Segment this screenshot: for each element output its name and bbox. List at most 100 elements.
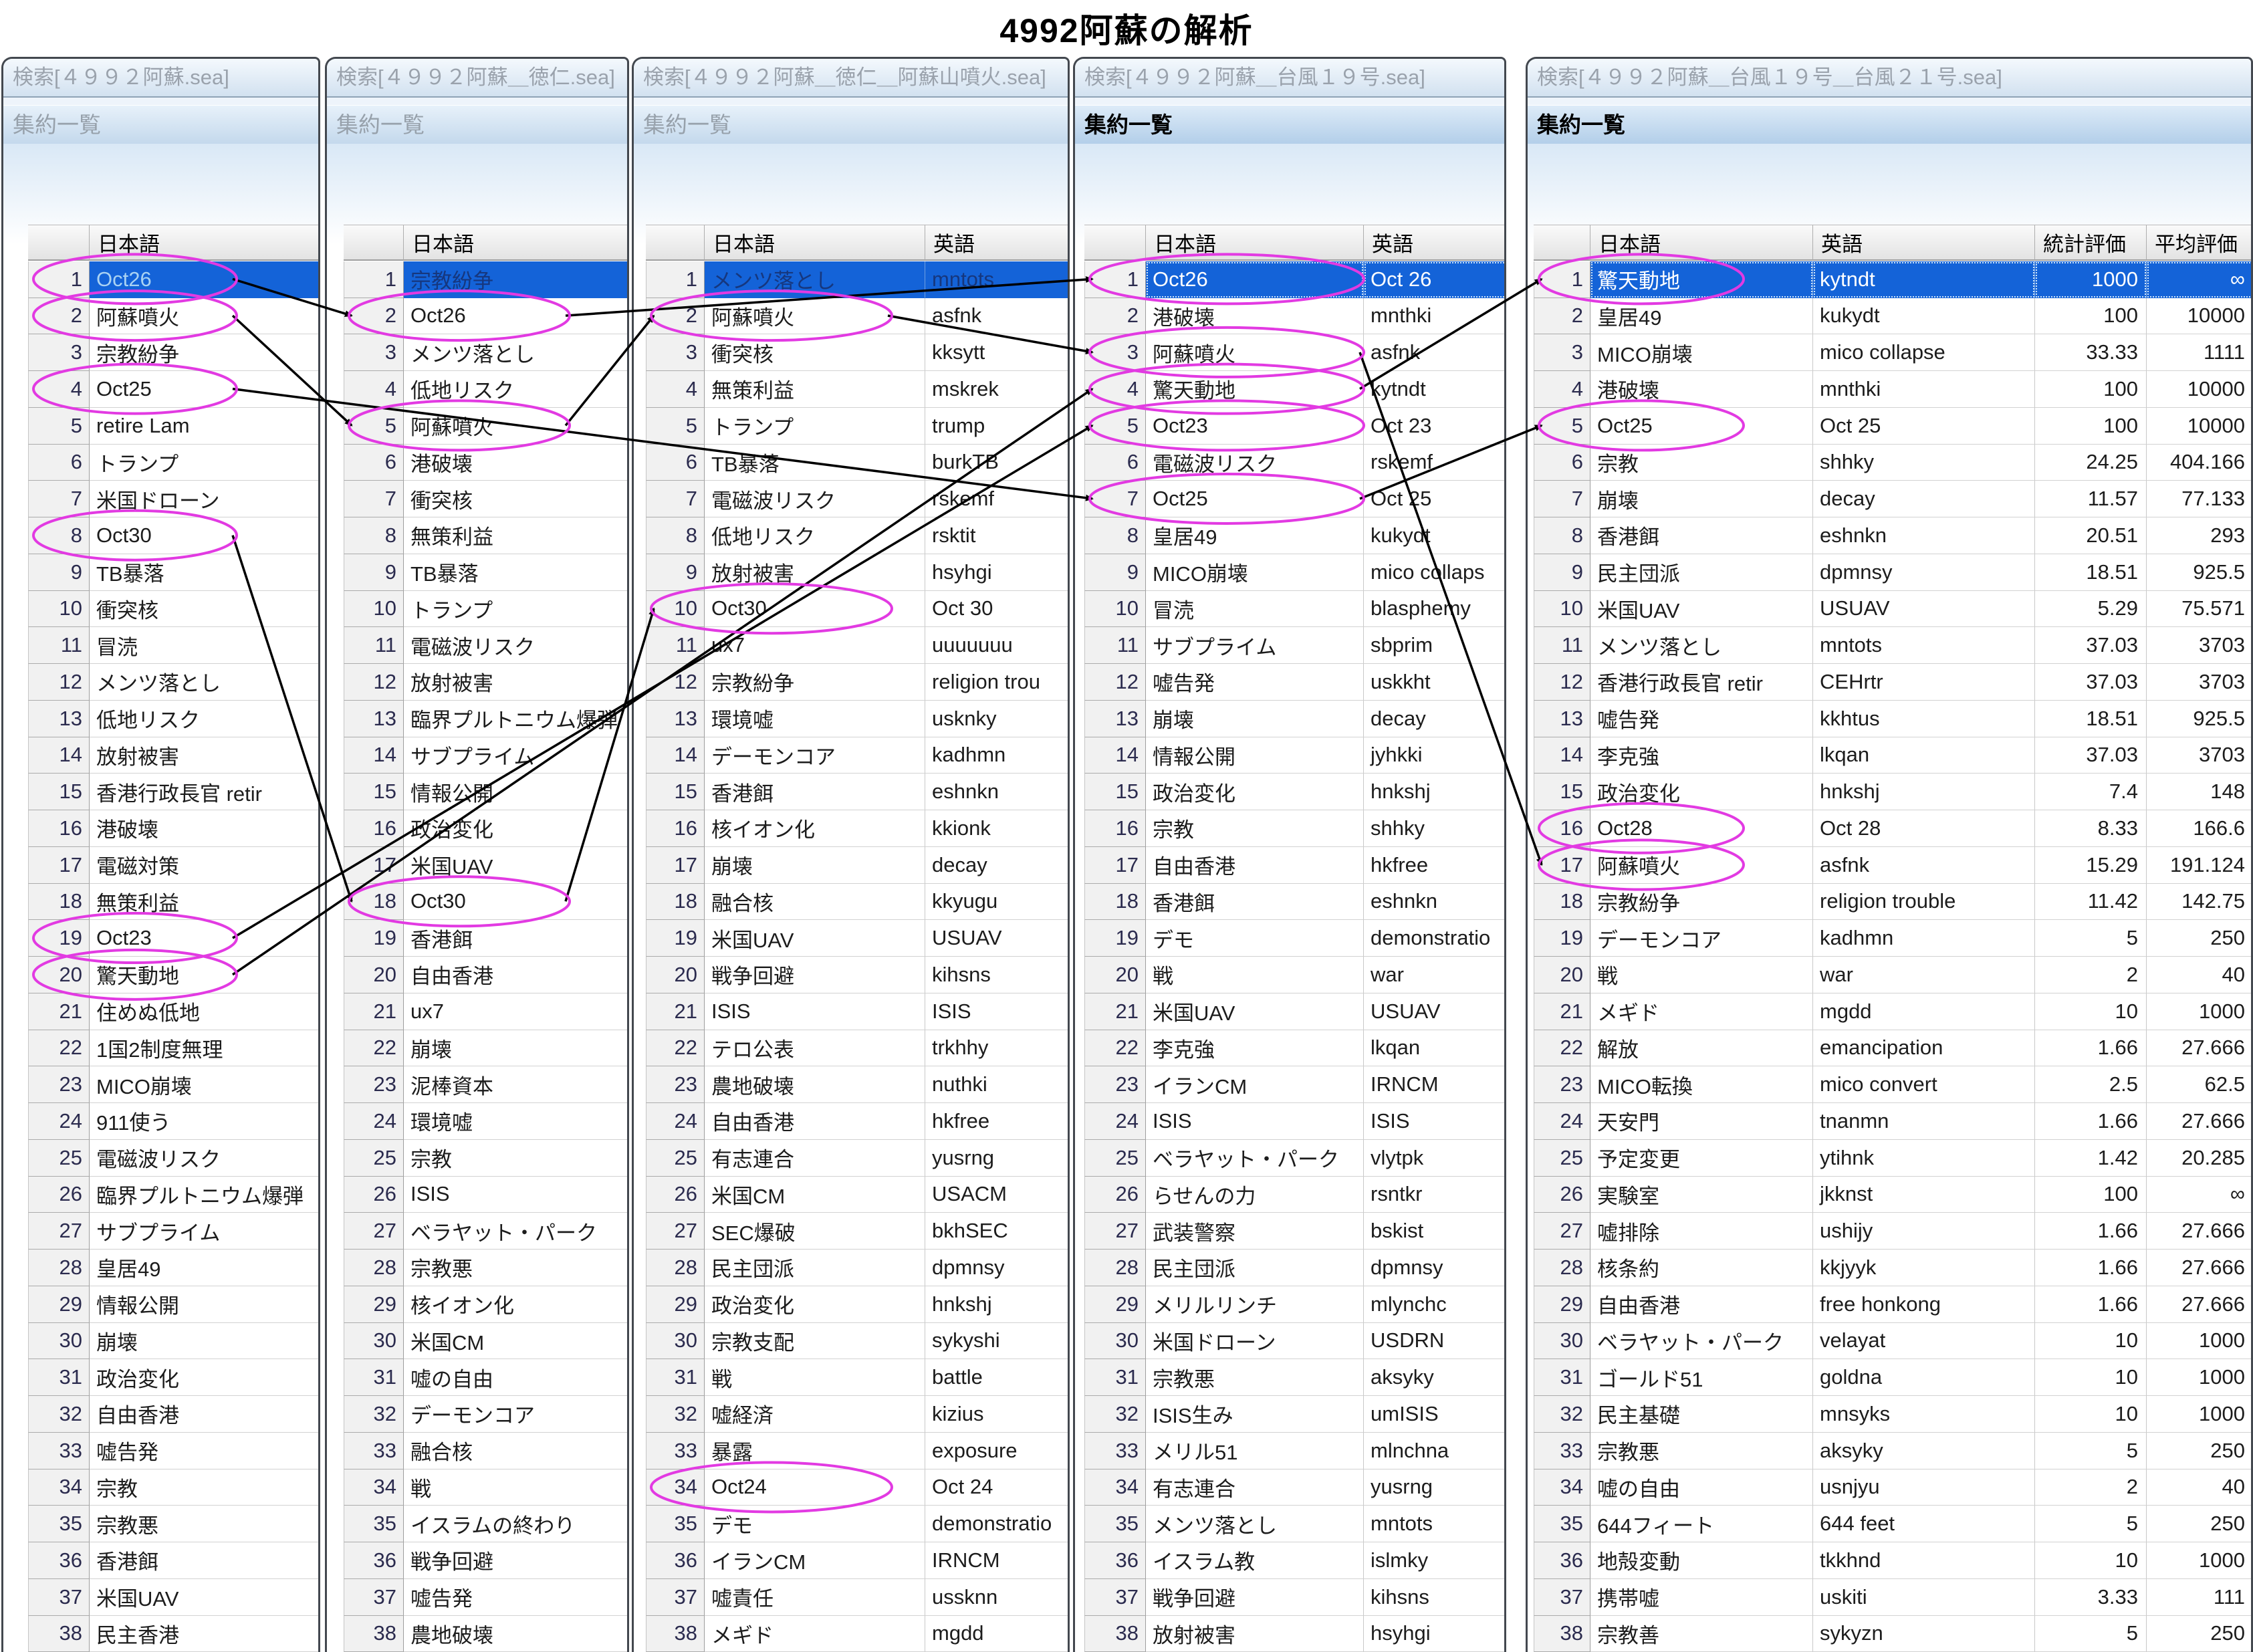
cell-ja[interactable]: 解放 — [1590, 1030, 1813, 1067]
cell-avg[interactable]: 1000 — [2147, 1359, 2253, 1396]
cell-stat[interactable]: 100 — [2035, 371, 2147, 408]
cell-stat[interactable]: 10 — [2035, 993, 2147, 1030]
cell-en[interactable]: demonstratio — [925, 1506, 1070, 1542]
cell-ja[interactable]: 電磁波リスク — [90, 1140, 320, 1177]
cell-ja[interactable]: 農地破壊 — [705, 1066, 925, 1103]
cell-en[interactable]: eshnkn — [1364, 884, 1506, 921]
cell-avg[interactable]: 250 — [2147, 1433, 2253, 1469]
cell-en[interactable]: USDRN — [1364, 1323, 1506, 1360]
cell-en[interactable]: kytndt — [1813, 261, 2035, 298]
cell-avg[interactable]: 191.124 — [2147, 847, 2253, 884]
cell-en[interactable]: hnkshj — [1813, 774, 2035, 810]
cell-ja[interactable]: 米国UAV — [705, 920, 925, 957]
cell-en[interactable]: Oct 24 — [925, 1469, 1070, 1506]
cell-ja[interactable]: MICO崩壊 — [1590, 334, 1813, 371]
cell-stat[interactable]: 1000 — [2035, 261, 2147, 298]
cell-stat[interactable]: 5 — [2035, 1616, 2147, 1652]
cell-en[interactable]: hkfree — [1364, 847, 1506, 884]
column-header[interactable]: 日本語 — [90, 225, 320, 261]
cell-en[interactable]: mntots — [925, 261, 1070, 298]
cell-avg[interactable]: 1000 — [2147, 993, 2253, 1030]
tab-aggregate-list[interactable]: 集約一覧 — [634, 105, 1068, 145]
cell-ja[interactable]: ベラヤット・パーク — [404, 1213, 629, 1250]
cell-ja[interactable]: 皇居49 — [1590, 298, 1813, 335]
cell-avg[interactable]: 27.666 — [2147, 1103, 2253, 1140]
cell-ja[interactable]: 嘘の自由 — [1590, 1469, 1813, 1506]
cell-ja[interactable]: 崩壊 — [1146, 701, 1364, 737]
cell-ja[interactable]: 米国UAV — [90, 1579, 320, 1616]
cell-en[interactable]: ISIS — [1364, 1103, 1506, 1140]
cell-ja[interactable]: 地殻変動 — [1590, 1542, 1813, 1579]
cell-ja[interactable]: デモ — [1146, 920, 1364, 957]
cell-ja[interactable]: MICO転換 — [1590, 1066, 1813, 1103]
cell-en[interactable]: asfnk — [1364, 334, 1506, 371]
cell-ja[interactable]: 嘘告発 — [1590, 701, 1813, 737]
cell-ja[interactable]: Oct30 — [90, 517, 320, 554]
cell-ja[interactable]: 融合核 — [404, 1433, 629, 1469]
cell-ja[interactable]: 戦争回避 — [705, 957, 925, 993]
cell-en[interactable]: emancipation — [1813, 1030, 2035, 1067]
cell-ja[interactable]: ux7 — [705, 627, 925, 664]
cell-ja[interactable]: デーモンコア — [404, 1396, 629, 1433]
cell-ja[interactable]: 港破壊 — [1590, 371, 1813, 408]
cell-ja[interactable]: 宗教紛争 — [404, 261, 629, 298]
cell-ja[interactable]: サブプライム — [90, 1213, 320, 1250]
cell-en[interactable]: CEHrtr — [1813, 664, 2035, 701]
cell-ja[interactable]: メンツ落とし — [1590, 627, 1813, 664]
cell-ja[interactable]: Oct23 — [1146, 408, 1364, 445]
cell-ja[interactable]: 港破壊 — [1146, 298, 1364, 335]
cell-ja[interactable]: 農地破壊 — [404, 1616, 629, 1652]
cell-ja[interactable]: 自由香港 — [404, 957, 629, 993]
cell-en[interactable]: mico collapse — [1813, 334, 2035, 371]
cell-en[interactable]: jyhkki — [1364, 737, 1506, 774]
cell-ja[interactable]: 宗教悪 — [1146, 1359, 1364, 1396]
tab-aggregate-list[interactable]: 集約一覧 — [1528, 105, 2251, 145]
cell-ja[interactable]: 戦 — [1590, 957, 1813, 993]
cell-ja[interactable]: 政治変化 — [1590, 774, 1813, 810]
cell-ja[interactable]: テロ公表 — [705, 1030, 925, 1067]
cell-en[interactable]: decay — [925, 847, 1070, 884]
cell-ja[interactable]: 香港餌 — [705, 774, 925, 810]
cell-ja[interactable]: 阿蘇噴火 — [90, 298, 320, 335]
cell-ja[interactable]: MICO崩壊 — [90, 1066, 320, 1103]
column-header[interactable] — [1084, 225, 1146, 261]
cell-en[interactable]: uskkht — [1364, 664, 1506, 701]
cell-ja[interactable]: 米国ドローン — [1146, 1323, 1364, 1360]
cell-ja[interactable]: 米国UAV — [1590, 591, 1813, 628]
cell-stat[interactable]: 18.51 — [2035, 701, 2147, 737]
cell-en[interactable]: kadhmn — [925, 737, 1070, 774]
cell-ja[interactable]: 911使う — [90, 1103, 320, 1140]
cell-en[interactable]: Oct 28 — [1813, 810, 2035, 847]
cell-en[interactable]: Oct 30 — [925, 591, 1070, 628]
cell-en[interactable]: jkknst — [1813, 1177, 2035, 1213]
cell-en[interactable]: kizius — [925, 1396, 1070, 1433]
cell-ja[interactable]: TB暴落 — [404, 554, 629, 591]
cell-ja[interactable]: 港破壊 — [404, 445, 629, 481]
cell-ja[interactable]: 驚天動地 — [1146, 371, 1364, 408]
cell-en[interactable]: mlynchc — [1364, 1286, 1506, 1323]
cell-ja[interactable]: 皇居49 — [90, 1250, 320, 1286]
cell-ja[interactable]: TB暴落 — [90, 554, 320, 591]
cell-en[interactable]: dpmnsy — [1813, 554, 2035, 591]
column-header[interactable] — [28, 225, 90, 261]
cell-ja[interactable]: 驚天動地 — [90, 957, 320, 993]
cell-en[interactable]: shhky — [1364, 810, 1506, 847]
cell-ja[interactable]: ベラヤット・パーク — [1146, 1140, 1364, 1177]
cell-ja[interactable]: イランCM — [1146, 1066, 1364, 1103]
cell-en[interactable]: decay — [1364, 701, 1506, 737]
cell-ja[interactable]: 香港餌 — [1590, 517, 1813, 554]
cell-avg[interactable]: 148 — [2147, 774, 2253, 810]
cell-avg[interactable]: 10000 — [2147, 298, 2253, 335]
cell-ja[interactable]: 自由香港 — [1146, 847, 1364, 884]
cell-en[interactable]: aksyky — [1813, 1433, 2035, 1469]
cell-avg[interactable]: 3703 — [2147, 664, 2253, 701]
cell-ja[interactable]: ISIS — [1146, 1103, 1364, 1140]
cell-stat[interactable]: 2 — [2035, 957, 2147, 993]
cell-ja[interactable]: 阿蘇噴火 — [1590, 847, 1813, 884]
cell-en[interactable]: tnanmn — [1813, 1103, 2035, 1140]
cell-en[interactable]: yusrng — [925, 1140, 1070, 1177]
cell-ja[interactable]: Oct25 — [1590, 408, 1813, 445]
cell-avg[interactable]: 62.5 — [2147, 1066, 2253, 1103]
cell-ja[interactable]: 環境嘘 — [705, 701, 925, 737]
cell-ja[interactable]: 政治変化 — [1146, 774, 1364, 810]
